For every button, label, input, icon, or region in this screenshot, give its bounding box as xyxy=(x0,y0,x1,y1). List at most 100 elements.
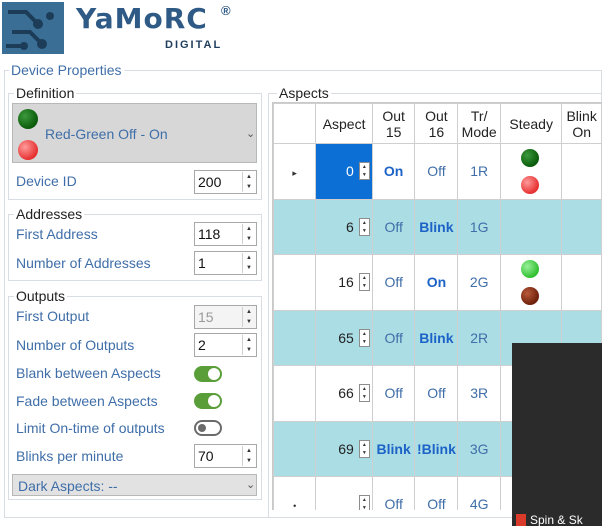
aspect-cell[interactable]: 69 ▲ ▼ xyxy=(315,420,373,477)
increment-icon[interactable]: ▲ xyxy=(243,446,255,456)
logo-registered-mark: ® xyxy=(221,3,231,18)
number-of-outputs-value[interactable]: 2 xyxy=(198,337,206,353)
increment-icon[interactable]: ▲ xyxy=(243,335,255,345)
out15-cell[interactable]: Off xyxy=(371,254,416,311)
out16-cell[interactable]: !Blink xyxy=(414,420,459,477)
number-of-addresses-stepper[interactable]: 1 ▲ ▼ xyxy=(194,251,257,275)
blank-between-aspects-toggle[interactable] xyxy=(194,366,222,382)
first-address-value[interactable]: 118 xyxy=(198,226,220,242)
aspect-spin-icon[interactable]: ▲ ▼ xyxy=(358,328,370,347)
row-marker[interactable]: • xyxy=(273,476,317,510)
increment-icon[interactable]: ▲ xyxy=(243,253,255,263)
mode-cell[interactable]: 3G xyxy=(457,420,502,477)
out15-cell[interactable]: Blink xyxy=(371,420,416,477)
out16-cell[interactable]: Off xyxy=(414,143,459,200)
definition-combo[interactable]: Red-Green Off - On ⌄ xyxy=(12,103,257,163)
mode-cell[interactable]: 2R xyxy=(457,309,502,366)
device-id-stepper[interactable]: 200 ▲ ▼ xyxy=(194,170,257,194)
out16-cell[interactable]: Blink xyxy=(414,309,459,366)
mode-cell[interactable]: 2G xyxy=(457,254,502,311)
decrement-icon[interactable]: ▼ xyxy=(243,263,255,273)
dark-aspects-value: Dark Aspects: -- xyxy=(18,478,118,494)
out15-cell[interactable]: Off xyxy=(371,309,416,366)
row-marker[interactable] xyxy=(273,254,317,311)
aspect-spin-icon[interactable]: ▲ ▼ xyxy=(358,384,370,403)
aspect-spin-icon[interactable]: ▲ ▼ xyxy=(358,273,370,292)
out15-cell[interactable]: Off xyxy=(371,365,416,422)
column-header-out15[interactable]: Out 15 xyxy=(371,103,416,144)
number-of-outputs-stepper[interactable]: 2 ▲ ▼ xyxy=(194,333,257,357)
decrement-icon[interactable]: ▼ xyxy=(243,456,255,466)
addresses-legend: Addresses xyxy=(14,206,85,222)
out15-cell[interactable]: Off xyxy=(371,476,416,510)
mode-cell[interactable]: 3R xyxy=(457,365,502,422)
aspect-spin-icon[interactable]: ▲ ▼ xyxy=(358,162,370,181)
logo-text: YaMoRC xyxy=(76,2,208,35)
blinks-per-minute-value[interactable]: 70 xyxy=(198,448,214,464)
out16-value: Blink xyxy=(419,329,454,346)
column-header-tr-mode[interactable]: Tr/ Mode xyxy=(457,103,502,144)
out16-cell[interactable]: On xyxy=(414,254,459,311)
aspect-spin-icon[interactable]: ▲ ▼ xyxy=(358,439,370,458)
blink-on-cell xyxy=(561,198,602,255)
chevron-down-icon[interactable]: ⌄ xyxy=(246,478,255,491)
aspect-cell[interactable]: 65 ▲ ▼ xyxy=(315,309,373,366)
mode-cell[interactable]: 4G xyxy=(457,476,502,510)
row-marker[interactable] xyxy=(273,365,317,422)
aspect-cell[interactable]: ▲ ▼ xyxy=(315,476,373,510)
blink-on-cell xyxy=(561,254,602,311)
increment-icon[interactable]: ▲ xyxy=(243,224,255,234)
out15-cell[interactable]: On xyxy=(371,143,416,200)
decrement-icon: ▼ xyxy=(246,319,252,325)
out16-cell[interactable]: Off xyxy=(414,476,459,510)
decrement-icon[interactable]: ▼ xyxy=(243,182,255,192)
number-of-addresses-value[interactable]: 1 xyxy=(198,255,206,271)
fade-between-aspects-toggle[interactable] xyxy=(194,393,222,409)
app-icon xyxy=(516,514,526,526)
out16-cell[interactable]: Off xyxy=(414,365,459,422)
column-header-aspect[interactable]: Aspect xyxy=(315,103,373,144)
aspect-value: 65 xyxy=(338,329,354,346)
logo-subtitle: DIGITAL xyxy=(165,39,223,51)
mode-cell[interactable]: 1G xyxy=(457,198,502,255)
chevron-down-icon[interactable]: ⌄ xyxy=(246,127,255,140)
out15-cell[interactable]: Off xyxy=(371,198,416,255)
aspect-cell[interactable]: 66 ▲ ▼ xyxy=(315,365,373,422)
new-row-icon: • xyxy=(293,501,297,510)
device-id-value[interactable]: 200 xyxy=(198,174,221,190)
dark-aspects-combo[interactable]: Dark Aspects: -- ⌄ xyxy=(12,474,257,496)
increment-icon[interactable]: ▲ xyxy=(243,172,255,182)
aspect-cell[interactable]: 16 ▲ ▼ xyxy=(315,254,373,311)
aspect-spin-icon[interactable]: ▲ ▼ xyxy=(358,217,370,236)
aspect-cell[interactable]: 0 ▲ ▼ xyxy=(315,143,373,200)
column-header-blink-on[interactable]: Blink On xyxy=(561,103,602,144)
row-marker[interactable] xyxy=(273,420,317,477)
steady-cell xyxy=(500,198,563,255)
out16-value: On xyxy=(426,274,447,291)
table-row[interactable]: ▸ 0 ▲ ▼ On Off 1R xyxy=(273,143,602,200)
first-address-label: First Address xyxy=(16,226,98,242)
column-header-steady[interactable]: Steady xyxy=(500,103,563,144)
row-header-column xyxy=(273,103,317,144)
mode-cell[interactable]: 1R xyxy=(457,143,502,200)
row-marker[interactable]: ▸ xyxy=(273,143,317,200)
table-row[interactable]: 16 ▲ ▼ Off On 2G xyxy=(273,254,602,311)
overlay-popup[interactable] xyxy=(512,343,602,526)
aspects-legend: Aspects xyxy=(277,85,331,101)
column-header-out16[interactable]: Out 16 xyxy=(414,103,459,144)
steady-led-brown xyxy=(521,287,540,305)
yamorc-logo-icon xyxy=(2,2,64,54)
blinks-per-minute-stepper[interactable]: 70 ▲ ▼ xyxy=(194,444,257,468)
limit-on-time-toggle[interactable] xyxy=(194,420,222,436)
row-marker[interactable] xyxy=(273,198,317,255)
decrement-icon[interactable]: ▼ xyxy=(243,234,255,244)
row-marker[interactable] xyxy=(273,309,317,366)
aspect-value: 16 xyxy=(338,274,354,291)
table-row[interactable]: 6 ▲ ▼ Off Blink 1G xyxy=(273,198,602,255)
aspect-spin-icon[interactable]: ▲ ▼ xyxy=(358,495,370,510)
out16-cell[interactable]: Blink xyxy=(414,198,459,255)
outputs-legend: Outputs xyxy=(14,288,68,304)
aspect-cell[interactable]: 6 ▲ ▼ xyxy=(315,198,373,255)
decrement-icon[interactable]: ▼ xyxy=(243,345,255,355)
first-address-stepper[interactable]: 118 ▲ ▼ xyxy=(194,222,257,246)
